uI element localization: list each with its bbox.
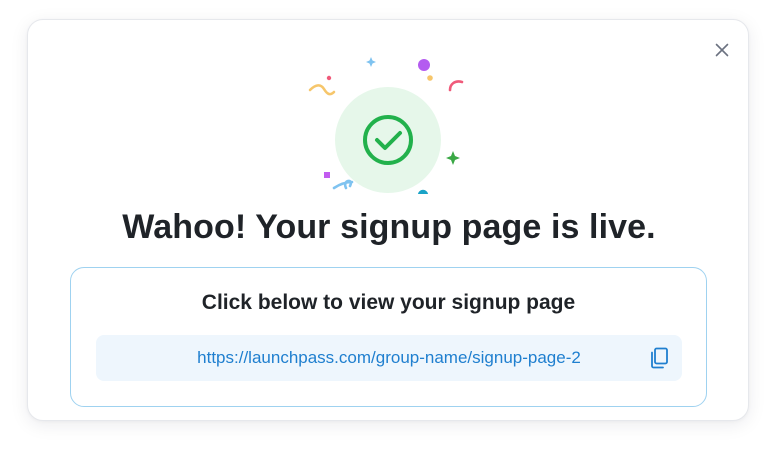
celebration-illustration: [308, 57, 464, 194]
signup-page-link[interactable]: https://launchpass.com/group-name/signup…: [96, 335, 682, 381]
success-badge: [335, 87, 441, 193]
card-heading: Click below to view your signup page: [201, 291, 576, 314]
modal-title: Wahoo! Your signup page is live.: [122, 208, 656, 246]
success-modal: Wahoo! Your signup page is live. Click b…: [27, 19, 749, 421]
copy-link-button[interactable]: [649, 347, 669, 369]
signup-link-card: Click below to view your signup page htt…: [70, 267, 707, 407]
close-button[interactable]: [712, 40, 732, 60]
copy-icon: [651, 347, 668, 369]
link-box: https://launchpass.com/group-name/signup…: [96, 335, 682, 381]
close-icon: [715, 43, 729, 57]
